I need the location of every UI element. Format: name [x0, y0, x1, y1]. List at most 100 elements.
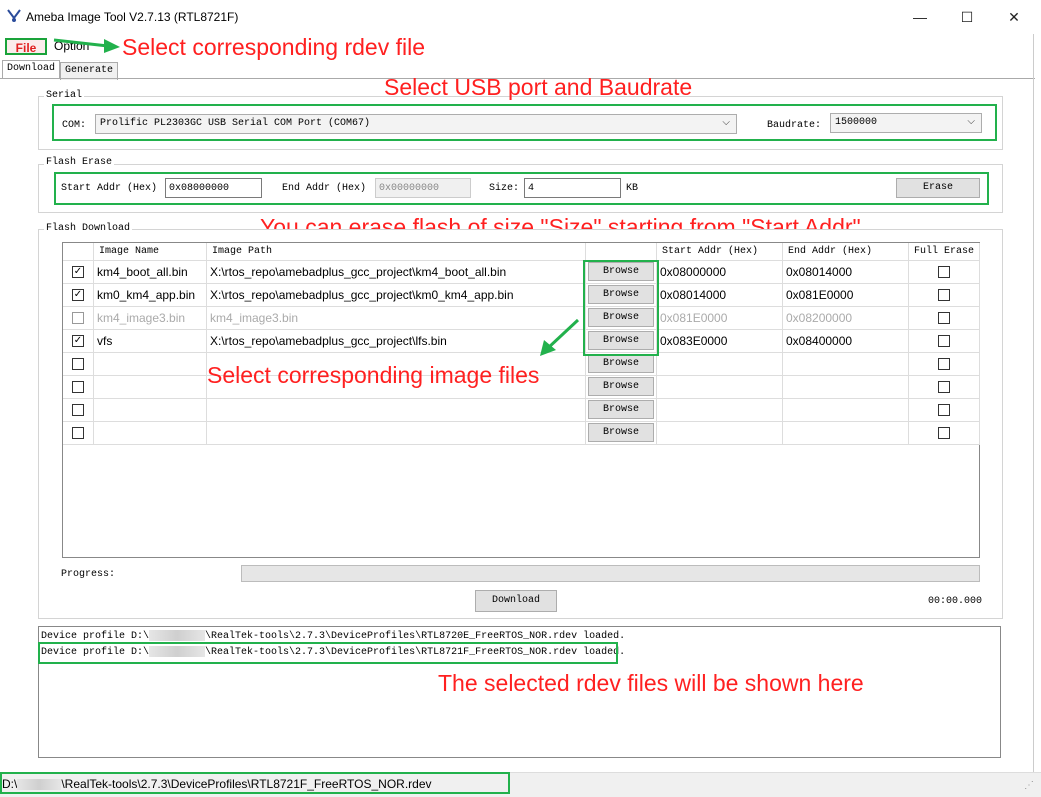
size-input[interactable] — [524, 178, 621, 198]
unchecked-checkbox[interactable] — [72, 381, 84, 393]
full-erase-checkbox[interactable] — [938, 381, 950, 393]
image-name-cell: vfs — [94, 330, 207, 353]
row-check-cell — [63, 307, 94, 330]
image-path-cell — [207, 422, 586, 445]
baudrate-select[interactable]: 1500000 ⌵ — [830, 113, 982, 133]
image-name-cell — [94, 376, 207, 399]
minimize-button[interactable]: — — [897, 4, 943, 30]
start-addr-input[interactable] — [165, 178, 262, 198]
log-line-prefix: Device profile D:\ — [41, 631, 150, 643]
baudrate-select-value: 1500000 — [835, 117, 878, 128]
annotation-arrow-file — [53, 38, 120, 53]
unchecked-checkbox[interactable] — [72, 404, 84, 416]
header-image-name: Image Name — [94, 243, 207, 261]
image-path-cell: X:\rtos_repo\amebadplus_gcc_project\km0_… — [207, 284, 586, 307]
browse-cell: Browse — [586, 376, 657, 399]
image-path-cell: X:\rtos_repo\amebadplus_gcc_project\lfs.… — [207, 330, 586, 353]
end-addr-cell: 0x08400000 — [783, 330, 909, 353]
chevron-down-icon: ⌵ — [967, 117, 975, 128]
com-select[interactable]: Prolific PL2303GC USB Serial COM Port (C… — [95, 114, 737, 134]
chevron-down-icon: ⌵ — [722, 118, 730, 129]
tab-download[interactable]: Download — [2, 60, 61, 79]
row-check-cell: ✓ — [63, 261, 94, 284]
browse-button[interactable]: Browse — [588, 354, 654, 373]
start-addr-cell — [657, 399, 783, 422]
browse-cell: Browse — [586, 399, 657, 422]
elapsed-time: 00:00.000 — [928, 596, 983, 607]
log-line-suffix: \RealTek-tools\2.7.3\DeviceProfiles\RTL8… — [205, 631, 626, 643]
checked-checkbox[interactable]: ✓ — [72, 289, 84, 301]
annotation-arrow-images — [540, 318, 580, 356]
browse-button[interactable]: Browse — [588, 377, 654, 396]
full-erase-cell — [909, 422, 980, 445]
header-start-addr: Start Addr (Hex) — [657, 243, 783, 261]
end-addr-cell: 0x08200000 — [783, 307, 909, 330]
close-button[interactable]: ✕ — [991, 4, 1037, 30]
header-check — [63, 243, 94, 261]
annotation-file: Select corresponding rdev file — [122, 34, 425, 60]
browse-button[interactable]: Browse — [588, 423, 654, 442]
full-erase-checkbox[interactable] — [938, 404, 950, 416]
annotation-log: The selected rdev files will be shown he… — [438, 670, 864, 696]
download-button[interactable]: Download — [475, 590, 557, 612]
status-highlight — [0, 772, 510, 794]
browse-button[interactable]: Browse — [588, 400, 654, 419]
start-addr-cell — [657, 353, 783, 376]
header-browse — [586, 243, 657, 261]
start-addr-cell: 0x083E0000 — [657, 330, 783, 353]
end-addr-cell — [783, 353, 909, 376]
image-path-cell — [207, 399, 586, 422]
full-erase-cell — [909, 353, 980, 376]
start-addr-cell — [657, 422, 783, 445]
maximize-button[interactable]: ☐ — [944, 4, 990, 30]
window-title: Ameba Image Tool V2.7.13 (RTL8721F) — [26, 10, 239, 24]
checked-checkbox[interactable]: ✓ — [72, 335, 84, 347]
browse-cell: Browse — [586, 422, 657, 445]
progress-bar — [241, 565, 980, 582]
row-check-cell — [63, 399, 94, 422]
full-erase-cell — [909, 284, 980, 307]
menu-file[interactable]: File — [5, 38, 47, 55]
resize-grip-icon[interactable]: ⋰ — [1024, 780, 1036, 792]
end-addr-input — [375, 178, 471, 198]
image-name-cell — [94, 353, 207, 376]
full-erase-checkbox[interactable] — [938, 289, 950, 301]
com-select-value: Prolific PL2303GC USB Serial COM Port (C… — [100, 118, 371, 129]
redacted-block — [149, 630, 206, 641]
unchecked-checkbox[interactable] — [72, 312, 84, 324]
end-addr-label: End Addr (Hex) — [282, 183, 367, 194]
header-full-erase: Full Erase — [909, 243, 980, 261]
browse-highlight — [583, 260, 659, 356]
serial-group-label: Serial — [44, 90, 85, 101]
checked-checkbox[interactable]: ✓ — [72, 266, 84, 278]
full-erase-cell — [909, 330, 980, 353]
full-erase-checkbox[interactable] — [938, 335, 950, 347]
row-check-cell — [63, 422, 94, 445]
image-table: Image Name Image Path Start Addr (Hex) E… — [62, 242, 980, 558]
image-path-cell: X:\rtos_repo\amebadplus_gcc_project\km4_… — [207, 261, 586, 284]
log-line: Device profile D:\ \RealTek-tools\2.7.3\D… — [41, 630, 625, 642]
start-addr-cell: 0x081E0000 — [657, 307, 783, 330]
full-erase-checkbox[interactable] — [938, 358, 950, 370]
end-addr-cell: 0x08014000 — [783, 261, 909, 284]
image-name-cell — [94, 399, 207, 422]
full-erase-checkbox[interactable] — [938, 266, 950, 278]
full-erase-cell — [909, 261, 980, 284]
full-erase-checkbox[interactable] — [938, 312, 950, 324]
header-end-addr: End Addr (Hex) — [783, 243, 909, 261]
end-addr-cell — [783, 422, 909, 445]
annotation-serial: Select USB port and Baudrate — [384, 74, 693, 100]
app-logo-icon — [7, 9, 21, 22]
unchecked-checkbox[interactable] — [72, 427, 84, 439]
end-addr-cell — [783, 376, 909, 399]
erase-button[interactable]: Erase — [896, 178, 980, 198]
full-erase-cell — [909, 399, 980, 422]
image-name-cell — [94, 422, 207, 445]
row-check-cell: ✓ — [63, 284, 94, 307]
end-addr-cell — [783, 399, 909, 422]
unchecked-checkbox[interactable] — [72, 358, 84, 370]
full-erase-checkbox[interactable] — [938, 427, 950, 439]
com-label: COM: — [62, 120, 87, 131]
image-name-cell: km4_image3.bin — [94, 307, 207, 330]
flash-download-group-label: Flash Download — [44, 223, 133, 234]
